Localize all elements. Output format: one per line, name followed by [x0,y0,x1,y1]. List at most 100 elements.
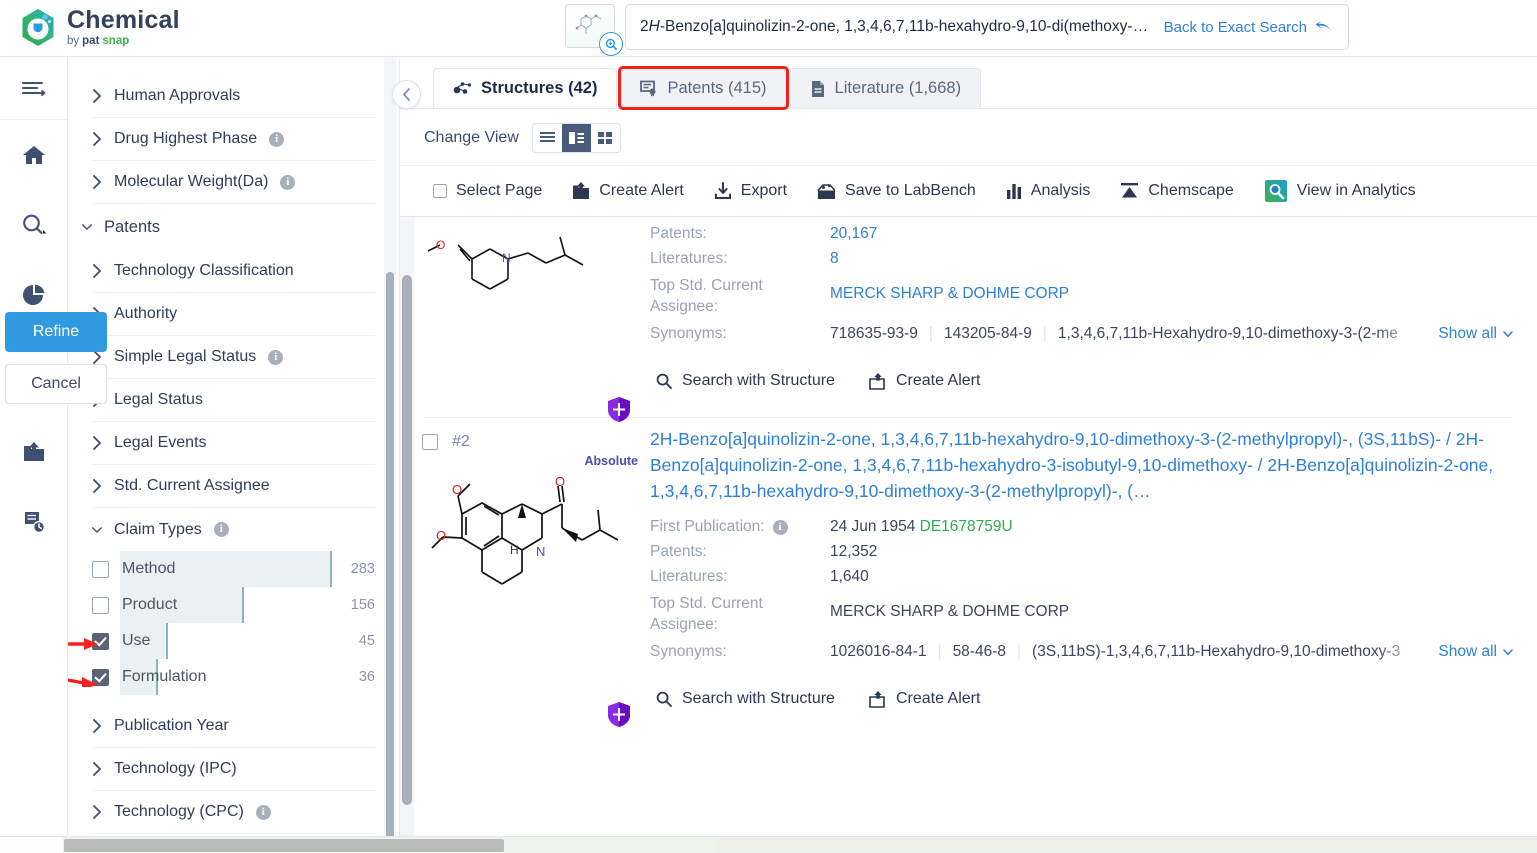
sidebar-facet-technology-ipc[interactable]: Technology (IPC) [92,748,375,791]
claim-type-option-formulation[interactable]: Formulation 36 [92,659,375,695]
sidebar-facet-legal-events[interactable]: Legal Events [92,422,375,465]
first-publication-code[interactable]: DE1678759U [920,518,1013,535]
action-label: Search with Structure [682,690,835,708]
field-label: Synonyms: [650,643,830,661]
history-doc-icon[interactable] [0,487,67,557]
result-details: Patents: 20,167 Literatures: 8 Top Std. … [650,217,1513,417]
result-assignee-row: Top Std. Current Assignee: MERCK SHARP &… [650,275,1513,317]
chevron-right-icon [92,89,102,103]
list-view-icon[interactable] [533,124,562,152]
cancel-button[interactable]: Cancel [5,364,107,404]
action-label: Create Alert [896,372,980,390]
structure-zoom-icon[interactable] [599,32,623,56]
create-alert-button[interactable]: Create Alert [869,372,980,390]
checkbox-icon[interactable] [433,184,447,198]
tab-label: Structures (42) [481,79,597,98]
search-icon[interactable] [0,190,67,260]
chemical-logo-icon [20,8,56,48]
alerts-inbox-icon[interactable] [0,417,67,487]
export-icon [714,182,732,200]
info-icon[interactable]: i [773,520,788,535]
claim-type-option-product[interactable]: Product 156 [92,587,375,623]
sidebar-collapse-button[interactable] [392,80,421,109]
home-icon[interactable] [0,120,67,190]
search-query-text[interactable]: 2H-Benzo[a]quinolizin-2-one, 1,3,4,6,7,1… [640,18,1154,36]
molecule-structure-image[interactable]: O N [410,223,650,343]
facet-label: Authority [114,305,177,323]
results-toolbar: Select Page Create Alert [400,165,1537,217]
info-icon[interactable]: i [269,132,284,147]
svg-text:N: N [502,251,511,265]
search-box[interactable]: 2H-Benzo[a]quinolizin-2-one, 1,3,4,6,7,1… [625,4,1349,50]
checkbox-method[interactable] [92,561,109,578]
sidebar-facet-legal-status[interactable]: Legal Status [92,379,375,422]
top-bar: Chemical bypatsnap [0,0,1537,57]
structure-search-button[interactable] [565,4,615,48]
result-tabs: Structures (42) Patents (415) [400,57,1537,109]
select-page-checkbox[interactable]: Select Page [418,182,557,200]
synonym-value: 143205-84-9 [944,325,1032,343]
synonyms-list: 1026016-84-1 | 58-46-8 | (3S,11bS)-1,3,4… [830,643,1424,661]
sidebar-facet-technology-classification[interactable]: Technology Classification [92,250,375,293]
info-icon[interactable]: i [256,805,271,820]
sidebar-facet-human-approvals[interactable]: Human Approvals [92,75,375,118]
sidebar-facet-simple-legal-status[interactable]: Simple Legal Status i [92,336,375,379]
info-icon[interactable]: i [280,175,295,190]
grid-view-icon[interactable] [591,124,620,152]
molecule-structure-image[interactable]: O O O N H [410,468,650,618]
info-icon[interactable]: i [214,522,229,537]
export-button[interactable]: Export [699,182,802,200]
tab-literature[interactable]: Literature (1,668) [790,68,982,108]
claim-type-option-use[interactable]: Use 45 [92,623,375,659]
sidebar-facet-drug-highest-phase[interactable]: Drug Highest Phase i [92,118,375,161]
back-to-exact-search-button[interactable]: Back to Exact Search [1164,19,1334,36]
chevron-right-icon [92,805,102,819]
field-value[interactable]: 8 [830,250,839,268]
search-with-structure-button[interactable]: Search with Structure [656,690,835,708]
sidebar-facet-technology-cpc[interactable]: Technology (CPC) i [92,791,375,834]
search-area: 2H-Benzo[a]quinolizin-2-one, 1,3,4,6,7,1… [565,4,1349,50]
result-index-label: #2 [452,433,470,451]
claim-type-option-method[interactable]: Method 283 [92,551,375,587]
detail-view-icon[interactable] [562,124,591,152]
sidebar-group-patents[interactable]: Patents [82,204,375,250]
brand-subtitle: bypatsnap [67,36,180,48]
analysis-button[interactable]: Analysis [991,182,1106,200]
sidebar-facet-authority[interactable]: Authority [92,293,375,336]
chevron-right-icon [92,719,102,733]
create-alert-button[interactable]: Create Alert [869,690,980,708]
sidebar-facet-molecular-weight[interactable]: Molecular Weight(Da) i [92,161,375,204]
info-icon[interactable]: i [268,350,283,365]
claim-types-options: Method 283 Product 156 Use 45 [68,551,399,695]
synonyms-list: 718635-93-9 | 143205-84-9 | 1,3,4,6,7,11… [830,325,1424,343]
chemscape-button[interactable]: Chemscape [1105,182,1248,200]
refine-button[interactable]: Refine [5,312,107,352]
result-checkbox[interactable] [422,434,438,450]
menu-collapse-icon[interactable] [0,57,67,120]
export-label: Export [741,182,787,200]
field-value[interactable]: 20,167 [830,225,877,243]
show-all-synonyms-button[interactable]: Show all [1424,325,1513,343]
sidebar-facet-claim-types[interactable]: Claim Types i [92,508,375,551]
show-all-synonyms-button[interactable]: Show all [1424,643,1513,661]
save-to-labbench-button[interactable]: Save to LabBench [802,182,991,200]
analysis-label: Analysis [1031,182,1091,200]
search-with-structure-button[interactable]: Search with Structure [656,372,835,390]
create-alert-button[interactable]: Create Alert [557,182,698,200]
facet-label: Technology (CPC) [114,803,244,821]
facet-label: Publication Year [114,717,229,735]
option-count: 283 [351,561,375,577]
view-in-analytics-button[interactable]: View in Analytics [1249,179,1431,203]
hscroll-thumb[interactable] [64,839,504,852]
horizontal-scrollbar[interactable] [0,836,1537,853]
sidebar-facet-std-current-assignee[interactable]: Std. Current Assignee [92,465,375,508]
svg-text:O: O [436,238,445,252]
result-title-link[interactable]: 2H-Benzo[a]quinolizin-2-one, 1,3,4,6,7,1… [650,426,1513,504]
field-value[interactable]: MERCK SHARP & DOHME CORP [830,275,1069,303]
brand-logo-block[interactable]: Chemical bypatsnap [20,8,180,48]
tab-structures[interactable]: Structures (42) [433,68,617,108]
show-all-label: Show all [1438,325,1497,343]
tab-patents[interactable]: Patents (415) [620,68,786,108]
sidebar-facet-publication-year[interactable]: Publication Year [92,705,375,748]
checkbox-product[interactable] [92,597,109,614]
